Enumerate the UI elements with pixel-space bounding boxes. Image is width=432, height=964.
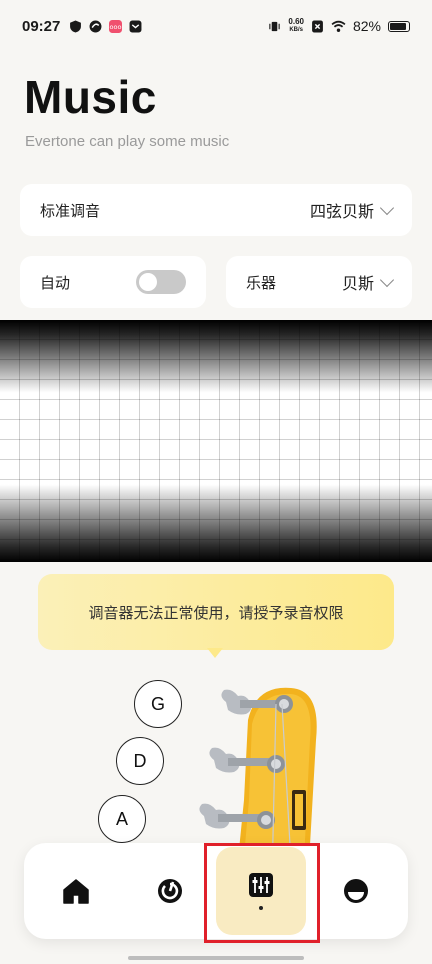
nav-home[interactable]	[31, 847, 121, 935]
toggle-knob	[139, 273, 157, 291]
profile-icon	[344, 879, 368, 903]
auto-toggle[interactable]	[136, 270, 186, 294]
net-speed-unit: KB/s	[289, 27, 304, 33]
auto-card: 自动	[20, 256, 206, 308]
home-icon	[63, 879, 89, 904]
string-button-g[interactable]: G	[134, 680, 182, 728]
wifi-icon	[331, 20, 346, 32]
net-speed-value: 0.60	[288, 17, 304, 26]
vibrate-icon	[269, 21, 281, 31]
headstock-logo	[292, 790, 306, 830]
message-icon	[129, 20, 142, 32]
tuning-selector[interactable]: 标准调音 四弦贝斯	[20, 184, 412, 236]
instrument-value-wrap: 贝斯	[341, 270, 395, 294]
auto-label: 自动	[40, 274, 71, 292]
permission-notice[interactable]: 调音器无法正常使用，请授予录音权限	[38, 574, 394, 650]
shield-icon	[70, 20, 82, 32]
svg-text:ooo: ooo	[110, 23, 122, 31]
sim-off-icon	[312, 20, 323, 32]
selection-highlight	[204, 843, 320, 943]
tuner-display	[0, 320, 432, 562]
instrument-value: 贝斯	[341, 276, 374, 293]
page-title: Music	[24, 71, 157, 123]
battery-percent: 82%	[352, 18, 381, 34]
tuning-value-wrap: 四弦贝斯	[309, 198, 395, 222]
tuning-label: 标准调音	[40, 202, 101, 220]
tuning-value: 四弦贝斯	[309, 204, 374, 221]
home-indicator	[128, 956, 304, 960]
string-button-a[interactable]: A	[98, 795, 146, 843]
page-subtitle: Evertone can play some music	[25, 133, 230, 150]
instrument-selector[interactable]: 乐器 贝斯	[226, 256, 412, 308]
chat-app-icon: ooo	[109, 19, 123, 33]
battery-icon	[388, 20, 410, 32]
permission-notice-text: 调音器无法正常使用，请授予录音权限	[88, 604, 344, 622]
status-time: 09:27	[22, 17, 61, 35]
status-bar: 09:27 ooo 0.60 KB/s 82%	[0, 0, 432, 52]
string-button-d[interactable]: D	[116, 737, 164, 785]
nav-profile[interactable]	[311, 847, 401, 935]
app-notification-icon	[89, 20, 102, 32]
bubble-tail	[207, 648, 223, 658]
chevron-down-icon	[379, 200, 395, 215]
chevron-down-icon	[379, 272, 395, 287]
nav-metronome[interactable]	[125, 847, 215, 935]
metronome-icon	[158, 879, 182, 903]
net-speed: 0.60 KB/s	[288, 18, 304, 34]
instrument-label: 乐器	[246, 274, 277, 292]
